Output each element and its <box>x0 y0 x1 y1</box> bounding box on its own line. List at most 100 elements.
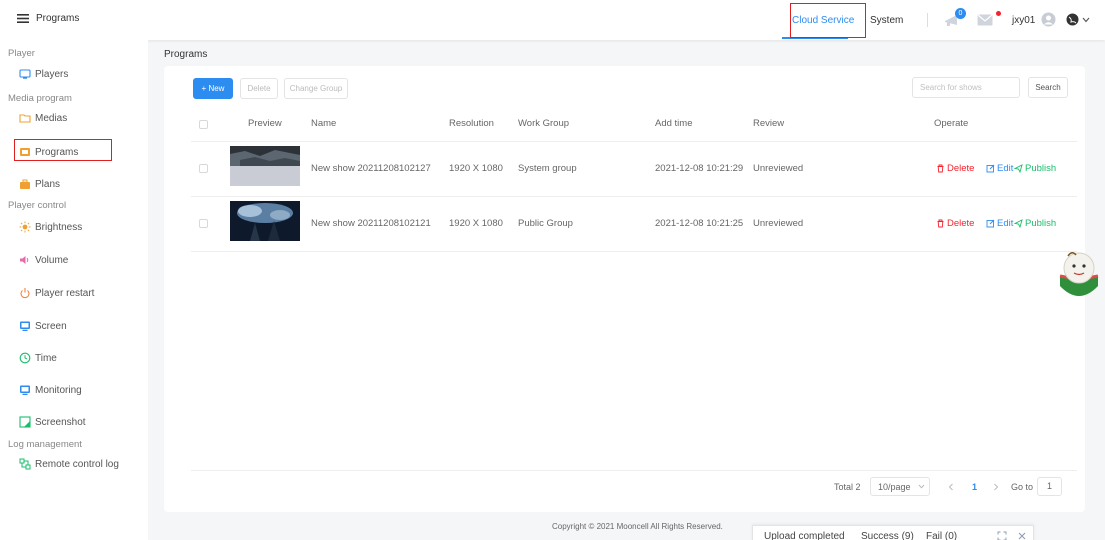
sidebar-item-remote-control-log[interactable]: Remote control log <box>19 458 119 470</box>
sidebar-item-player-restart[interactable]: Player restart <box>19 287 94 299</box>
sidebar-item-label: Brightness <box>35 221 83 233</box>
preview-thumbnail[interactable] <box>230 201 300 241</box>
edit-icon <box>986 164 995 173</box>
delete-action[interactable]: Delete <box>936 163 974 174</box>
nav-system[interactable]: System <box>870 15 903 26</box>
edit-label: Edit <box>997 163 1014 174</box>
clock-icon <box>19 352 31 364</box>
sidebar-item-label: Time <box>35 352 57 364</box>
select-all-checkbox[interactable] <box>199 120 208 129</box>
column-header-operate: Operate <box>934 118 969 129</box>
briefcase-icon <box>20 179 30 189</box>
new-button[interactable]: + New <box>193 78 233 99</box>
mail-icon[interactable] <box>977 14 993 26</box>
sidebar-item-screen[interactable]: Screen <box>19 320 67 332</box>
edit-icon <box>986 219 995 228</box>
publish-label: Publish <box>1025 218 1057 229</box>
row-divider <box>191 251 1077 252</box>
sidebar-item-medias[interactable]: Medias <box>19 112 67 124</box>
breadcrumb: Programs <box>164 49 208 60</box>
edit-action[interactable]: Edit <box>986 218 1013 229</box>
sidebar-item-label: Screen <box>35 320 67 332</box>
chevron-down-icon[interactable] <box>1082 17 1090 23</box>
assistant-mascot-icon[interactable] <box>1056 246 1102 302</box>
prev-page-icon[interactable] <box>948 483 954 491</box>
chevron-down-icon <box>918 484 924 489</box>
sidebar-item-players[interactable]: Players <box>19 68 68 80</box>
row-checkbox[interactable] <box>199 164 208 173</box>
sidebar-item-label: Monitoring <box>35 384 82 396</box>
page-size-value: 10/page <box>878 481 911 492</box>
edit-action[interactable]: Edit <box>986 163 1013 174</box>
search-button[interactable]: Search <box>1028 77 1068 98</box>
program-name: New show 20211208102121 <box>311 218 431 229</box>
user-name[interactable]: jxy01 <box>1012 15 1035 26</box>
monitor-icon <box>20 385 30 395</box>
upload-success: Success (9) <box>861 531 914 540</box>
avatar-icon[interactable] <box>1041 12 1056 27</box>
sidebar-item-screenshot[interactable]: Screenshot <box>19 416 86 428</box>
column-header-work-group: Work Group <box>518 118 570 129</box>
upload-status: Upload completed <box>764 531 845 540</box>
column-header-name: Name <box>311 118 337 129</box>
goto-page-input[interactable]: 1 <box>1037 477 1062 496</box>
sidebar-item-label: Players <box>35 68 69 80</box>
delete-button[interactable]: Delete <box>240 78 278 99</box>
column-header-preview: Preview <box>248 118 282 129</box>
trash-icon <box>937 164 944 173</box>
app-brand: Programs <box>17 13 79 24</box>
sidebar-item-monitoring[interactable]: Monitoring <box>19 384 82 396</box>
menu-icon[interactable] <box>17 14 29 23</box>
notification-badge: 0 <box>955 8 966 19</box>
current-page[interactable]: 1 <box>972 482 977 492</box>
monitor-icon <box>19 69 31 79</box>
highlight-cloud-service <box>790 3 866 38</box>
next-page-icon[interactable] <box>993 483 999 491</box>
delete-label: Delete <box>947 218 975 229</box>
work-group: Public Group <box>518 218 573 229</box>
globe-icon[interactable] <box>1066 13 1079 26</box>
divider <box>927 13 928 27</box>
sidebar-section-log-management: Log management <box>8 439 82 450</box>
send-icon <box>1014 164 1023 173</box>
speaker-icon <box>20 256 29 264</box>
column-header-review: Review <box>753 118 785 129</box>
page-size-select[interactable]: 10/page <box>870 477 930 496</box>
header-divider <box>191 141 1077 142</box>
sidebar-section-player-control: Player control <box>8 200 67 211</box>
add-time: 2021-12-08 10:21:25 <box>655 218 744 229</box>
log-icon <box>19 458 31 470</box>
highlight-programs <box>14 139 112 161</box>
screen-icon <box>20 321 30 331</box>
top-bar: Programs Cloud Service System 0 jxy01 <box>0 0 1105 40</box>
publish-action[interactable]: Publish <box>1014 163 1056 174</box>
sidebar-item-plans[interactable]: Plans <box>19 178 60 190</box>
expand-icon[interactable] <box>997 531 1007 540</box>
column-header-add-time: Add time <box>655 118 693 129</box>
sidebar-item-label: Remote control log <box>35 458 119 470</box>
trash-icon <box>937 219 944 228</box>
change-group-button[interactable]: Change Group <box>284 78 348 99</box>
screenshot-icon <box>19 416 31 428</box>
search-input[interactable] <box>912 77 1020 98</box>
row-checkbox[interactable] <box>199 219 208 228</box>
sidebar-section-media-program: Media program <box>8 93 72 104</box>
resolution: 1920 X 1080 <box>449 163 503 174</box>
power-icon <box>20 288 30 299</box>
pagination-total: Total 2 <box>834 482 861 492</box>
publish-action[interactable]: Publish <box>1014 218 1056 229</box>
app-title: Programs <box>36 13 80 24</box>
copyright: Copyright © 2021 Mooncell All Rights Res… <box>552 522 723 531</box>
sidebar-item-volume[interactable]: Volume <box>19 254 68 266</box>
delete-action[interactable]: Delete <box>936 218 974 229</box>
pagination-divider <box>191 470 1077 471</box>
programs-panel: + New Delete Change Group Search Preview… <box>164 66 1085 512</box>
review-status: Unreviewed <box>753 163 804 174</box>
sidebar-item-time[interactable]: Time <box>19 352 57 364</box>
close-icon[interactable] <box>1017 531 1027 540</box>
sidebar-item-brightness[interactable]: Brightness <box>19 221 82 233</box>
sidebar-item-label: Screenshot <box>35 416 86 428</box>
preview-thumbnail[interactable] <box>230 146 300 186</box>
upload-status-bar: Upload completed Success (9) Fail (0) <box>752 525 1034 540</box>
sidebar-item-label: Volume <box>35 254 69 266</box>
